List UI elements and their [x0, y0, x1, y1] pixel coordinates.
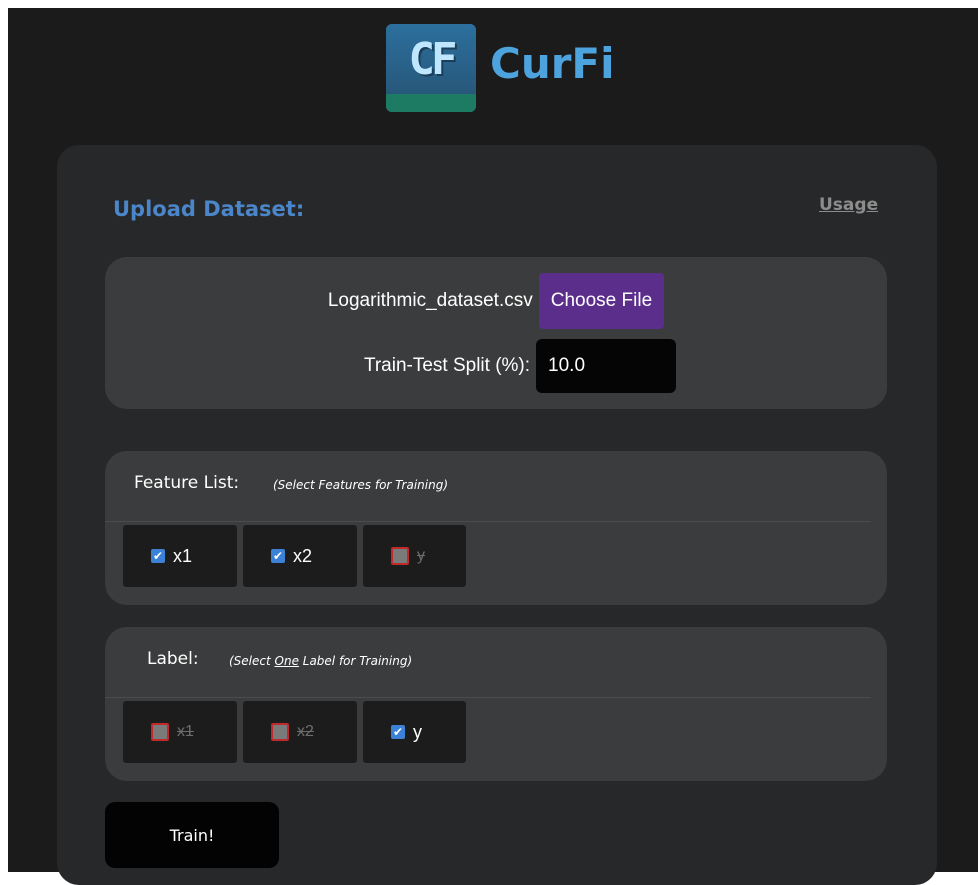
app-title: CurFi — [490, 39, 615, 88]
feature-list-panel: Feature List: (Select Features for Train… — [105, 451, 887, 605]
label-hint-emphasis: One — [274, 654, 299, 668]
upload-heading: Upload Dataset: — [113, 197, 305, 221]
feature-list-hint: (Select Features for Training) — [273, 478, 449, 492]
checkbox-disabled-icon — [271, 723, 289, 741]
feature-option-x2[interactable]: ✔ x2 — [243, 525, 357, 587]
checkbox-checked-icon[interactable]: ✔ — [151, 549, 165, 563]
checkbox-disabled-icon — [391, 547, 409, 565]
train-button[interactable]: Train! — [105, 802, 279, 868]
feature-list-title: Feature List: — [134, 473, 240, 493]
logo-mark: CF — [386, 24, 476, 94]
split-row: Train-Test Split (%): — [105, 339, 887, 393]
label-option-y[interactable]: ✔ y — [363, 701, 466, 763]
feature-option-x1[interactable]: ✔ x1 — [123, 525, 237, 587]
label-option-label: x1 — [177, 723, 194, 740]
checkbox-checked-icon[interactable]: ✔ — [271, 549, 285, 563]
label-hint: (Select One Label for Training) — [229, 654, 413, 668]
curfi-logo: CF — [386, 24, 476, 112]
train-test-split-input[interactable] — [536, 339, 677, 393]
file-name: Logarithmic_dataset.csv — [327, 290, 533, 311]
label-options: x1 x2 ✔ y — [123, 701, 466, 763]
usage-link[interactable]: Usage — [819, 195, 878, 215]
main-card: Upload Dataset: Usage Logarithmic_datase… — [57, 145, 937, 885]
feature-list-header: Feature List: (Select Features for Train… — [105, 451, 871, 522]
label-option-label: x2 — [297, 723, 314, 740]
feature-option-label: x2 — [293, 545, 313, 566]
feature-option-label: y — [417, 547, 425, 564]
label-option-label: y — [413, 721, 422, 742]
feature-options: ✔ x1 ✔ x2 y — [123, 525, 466, 587]
app-window: CF CurFi Upload Dataset: Usage Logarithm… — [8, 8, 978, 885]
choose-file-button[interactable]: Choose File — [538, 273, 665, 329]
label-title: Label: — [147, 649, 199, 669]
file-row: Logarithmic_dataset.csv Choose File — [105, 273, 887, 329]
label-header: Label: (Select One Label for Training) — [105, 627, 871, 698]
checkbox-checked-icon[interactable]: ✔ — [391, 725, 405, 739]
logo-stripe — [386, 94, 476, 112]
checkbox-disabled-icon — [151, 723, 169, 741]
label-panel: Label: (Select One Label for Training) x… — [105, 627, 887, 781]
label-option-x2: x2 — [243, 701, 357, 763]
split-label: Train-Test Split (%): — [363, 355, 531, 376]
feature-option-label: x1 — [173, 545, 193, 566]
label-option-x1: x1 — [123, 701, 237, 763]
upload-panel: Logarithmic_dataset.csv Choose File Trai… — [105, 257, 887, 409]
feature-option-y: y — [363, 525, 466, 587]
